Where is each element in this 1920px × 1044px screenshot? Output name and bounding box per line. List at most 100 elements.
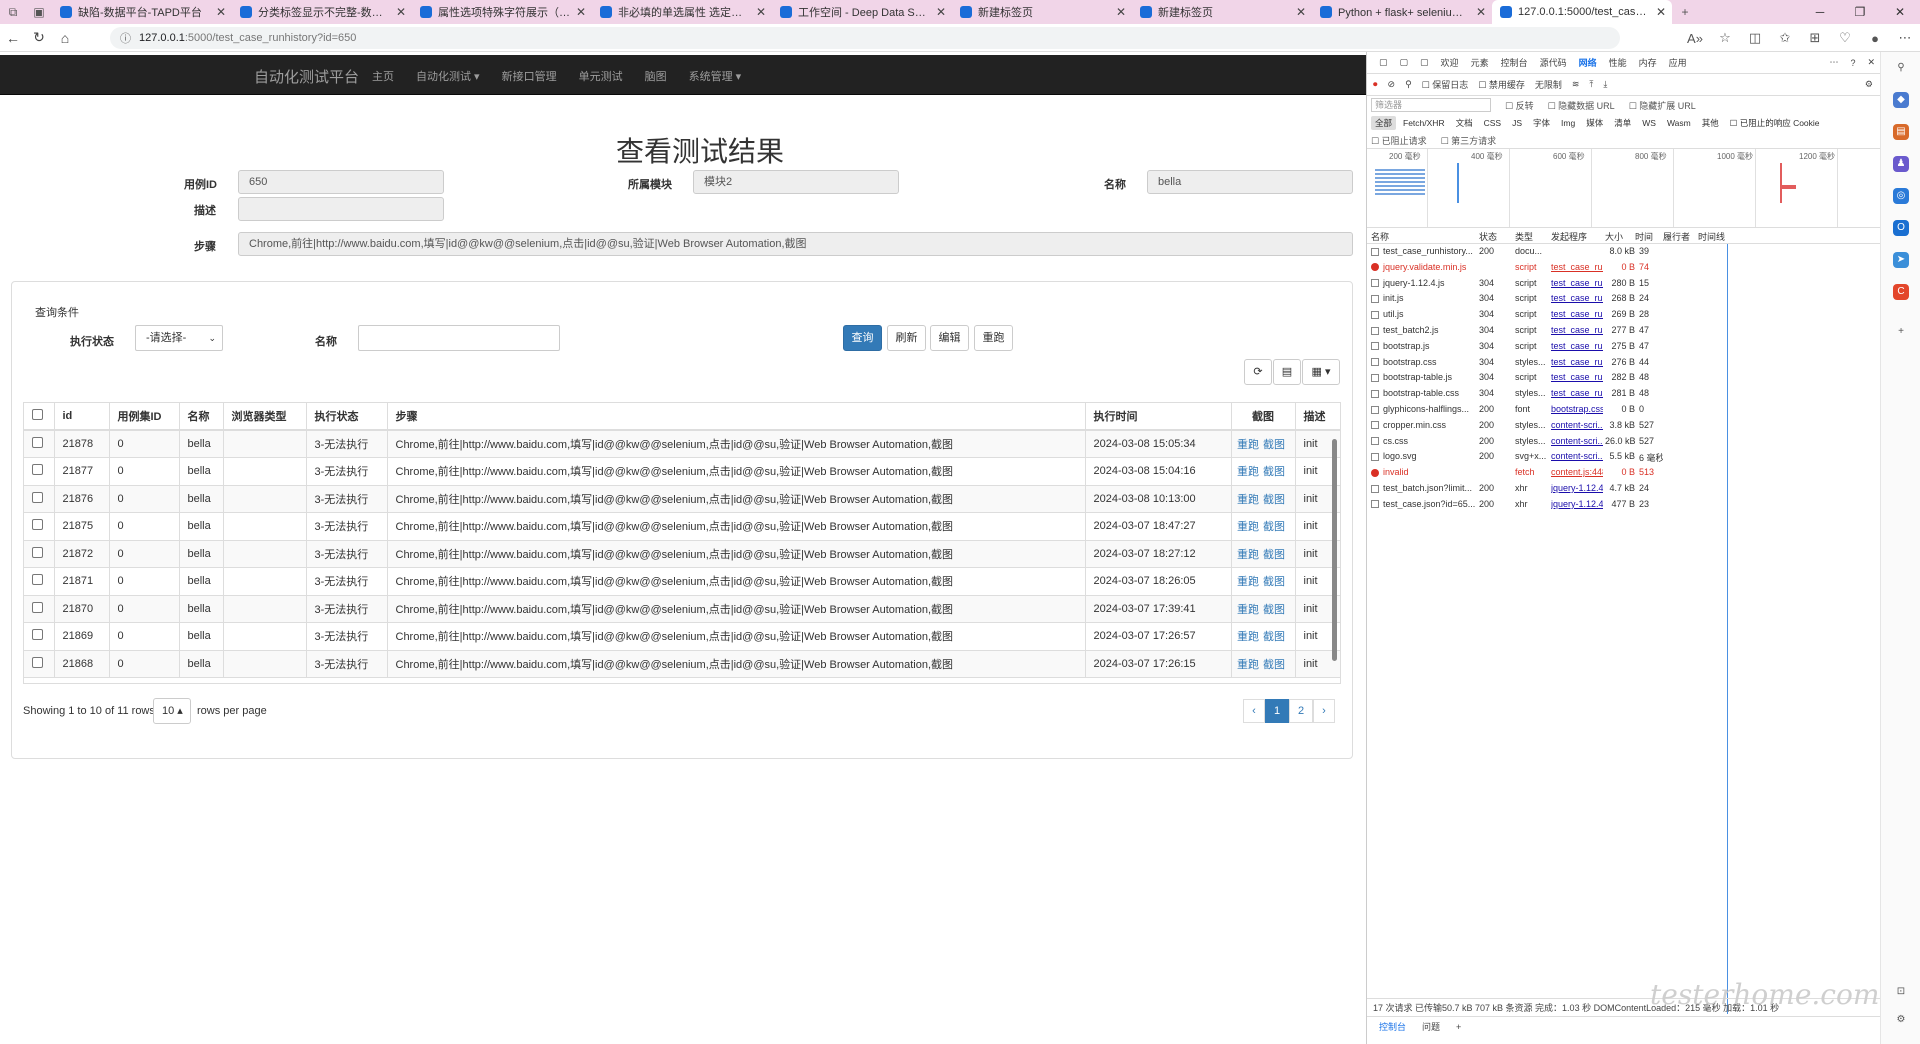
row-screenshot-link[interactable]: 截图 [1263, 494, 1285, 506]
microsoft365-icon[interactable]: ◎ [1893, 188, 1909, 204]
row-rerun-link[interactable]: 重跑 [1237, 631, 1259, 643]
row-rerun-link[interactable]: 重跑 [1237, 521, 1259, 533]
add-sidebar-icon[interactable]: + [1893, 324, 1909, 340]
devtools-tab[interactable]: 控制台 [1495, 56, 1534, 69]
request-initiator[interactable]: test_case_ru... [1551, 325, 1603, 335]
type-filter-button[interactable]: 清单 [1610, 116, 1635, 130]
request-row[interactable]: test_batch.json?limit... 200 xhr jquery-1.1… [1367, 481, 1881, 497]
col-size[interactable]: 大小 [1605, 230, 1623, 243]
request-row[interactable]: test_case_runhistory... 200 docu... 8.0 kB 3… [1367, 244, 1881, 260]
request-row[interactable]: invalid fetch content.js:448 0 B 513 [1367, 465, 1881, 481]
preserve-log-checkbox[interactable]: ☐ 保留日志 [1422, 78, 1469, 91]
tab-close-icon[interactable]: ✕ [756, 5, 766, 19]
col-header-status[interactable]: 执行状态 [306, 403, 388, 431]
nav-link-system[interactable]: 系统管理 ▾ [689, 68, 742, 84]
games-icon[interactable]: ♟ [1893, 156, 1909, 172]
request-initiator[interactable]: bootstrap.css [1551, 404, 1603, 414]
browser-tab[interactable]: 127.0.0.1:5000/test_case_runhist ✕ [1492, 0, 1672, 24]
col-header-desc[interactable]: 描述 [1295, 403, 1340, 431]
request-row[interactable]: test_case.json?id=65... 200 xhr jquery-1.12… [1367, 497, 1881, 513]
download-icon[interactable]: ⤓ [1603, 79, 1607, 90]
request-initiator[interactable]: test_case_ru... [1551, 357, 1603, 367]
table-row[interactable]: 21871 0 bella 3-无法执行 Chrome,前往|http://www.ba… [24, 567, 1340, 596]
request-initiator[interactable]: test_case_ru... [1551, 293, 1603, 303]
row-rerun-link[interactable]: 重跑 [1237, 576, 1259, 588]
hide-data-url-checkbox[interactable]: ☐ 隐藏数据 URL [1548, 99, 1615, 112]
blocked-requests-checkbox[interactable]: ☐ 已阻止请求 [1371, 134, 1427, 147]
request-row[interactable]: bootstrap-table.css 304 styles... test_case… [1367, 386, 1881, 402]
row-rerun-link[interactable]: 重跑 [1237, 659, 1259, 671]
c-extension-icon[interactable]: C [1893, 284, 1909, 300]
blocked-cookie-checkbox[interactable]: ☐ 已阻止的响应 Cookie [1726, 116, 1824, 130]
request-initiator[interactable]: content.js:448 [1551, 467, 1603, 477]
third-party-checkbox[interactable]: ☐ 第三方请求 [1441, 134, 1497, 147]
hide-ext-url-checkbox[interactable]: ☐ 隐藏扩展 URL [1629, 99, 1696, 112]
nav-link-api[interactable]: 新接口管理 [502, 68, 557, 84]
row-checkbox[interactable] [32, 629, 43, 641]
rerun-button[interactable]: 重跑 [974, 325, 1013, 351]
devtools-close-icon[interactable]: ✕ [1861, 57, 1881, 68]
row-rerun-link[interactable]: 重跑 [1237, 466, 1259, 478]
devtools-tab[interactable]: 欢迎 [1435, 56, 1465, 69]
wifi-icon[interactable]: ≋ [1572, 79, 1580, 90]
type-filter-button[interactable]: CSS [1480, 117, 1505, 129]
tab-actions-icon[interactable]: ▣ [26, 0, 52, 24]
request-initiator[interactable]: test_case_ru... [1551, 262, 1603, 272]
col-header-id[interactable]: id [54, 403, 110, 431]
col-type[interactable]: 类型 [1515, 230, 1533, 243]
row-checkbox[interactable] [32, 491, 43, 503]
reload-button[interactable]: ↻ [26, 29, 52, 46]
type-filter-button[interactable]: Img [1557, 117, 1579, 129]
nav-link-home[interactable]: 主页 [372, 68, 394, 84]
favorites-icon[interactable]: ✩ [1770, 30, 1800, 46]
type-filter-button[interactable]: WS [1638, 117, 1660, 129]
steps-field[interactable]: Chrome,前往|http://www.baidu.com,填写|id@@kw… [238, 232, 1353, 256]
request-initiator[interactable]: jquery-1.12.4... [1551, 483, 1603, 493]
row-rerun-link[interactable]: 重跑 [1237, 494, 1259, 506]
request-row[interactable]: test_batch2.js 304 script test_case_ru... 27… [1367, 323, 1881, 339]
name-field[interactable]: bella [1147, 170, 1353, 194]
request-initiator[interactable]: test_case_ru... [1551, 372, 1603, 382]
row-checkbox[interactable] [32, 437, 43, 448]
select-all-checkbox[interactable] [32, 409, 43, 420]
col-header-suite[interactable]: 用例集ID [109, 403, 180, 431]
browser-tab[interactable]: 属性选项特殊字符展示（空格、 ✕ [412, 0, 592, 24]
nav-link-autotest[interactable]: 自动化测试 ▾ [416, 68, 480, 84]
row-screenshot-link[interactable]: 截图 [1263, 604, 1285, 616]
page-1-button[interactable]: 1 [1265, 699, 1289, 723]
search-icon[interactable]: ⚲ [1893, 60, 1909, 76]
table-row[interactable]: 21872 0 bella 3-无法执行 Chrome,前往|http://www.ba… [24, 540, 1340, 568]
device-icon[interactable]: ▢ [1373, 57, 1394, 68]
browser-tab[interactable]: Python + flask+ selenium 自动化 ✕ [1312, 0, 1492, 24]
filter-icon[interactable]: ⚲ [1405, 79, 1412, 90]
row-checkbox[interactable] [32, 546, 43, 558]
nav-link-mindmap[interactable]: 脑图 [645, 68, 667, 84]
favorite-star-icon[interactable]: ☆ [1710, 30, 1740, 46]
type-filter-button[interactable]: 字体 [1529, 116, 1554, 130]
tab-close-icon[interactable]: ✕ [1656, 5, 1666, 19]
col-header-screenshot[interactable]: 截图 [1231, 403, 1296, 431]
col-initiator[interactable]: 发起程序 [1551, 230, 1587, 243]
request-row[interactable]: jquery-1.12.4.js 304 script test_case_ru...… [1367, 276, 1881, 292]
col-fulfilled[interactable]: 履行者 [1663, 230, 1690, 243]
name-filter-input[interactable] [358, 325, 560, 351]
col-time[interactable]: 时间 [1635, 230, 1653, 243]
case-id-field[interactable]: 650 [238, 170, 444, 194]
tab-close-icon[interactable]: ✕ [576, 5, 586, 19]
request-row[interactable]: bootstrap.js 304 script test_case_ru... 275 … [1367, 339, 1881, 355]
browser-tab[interactable]: 新建标签页 ✕ [1132, 0, 1312, 24]
tab-close-icon[interactable]: ✕ [396, 5, 406, 19]
row-screenshot-link[interactable]: 截图 [1263, 631, 1285, 643]
row-checkbox[interactable] [32, 519, 43, 531]
more-menu-icon[interactable]: ⋯ [1890, 30, 1920, 46]
row-rerun-link[interactable]: 重跑 [1237, 549, 1259, 561]
row-checkbox[interactable] [32, 601, 43, 613]
request-row[interactable]: cropper.min.css 200 styles... content-scri.… [1367, 418, 1881, 434]
table-row[interactable]: 21868 0 bella 3-无法执行 Chrome,前往|http://www.ba… [24, 650, 1340, 678]
col-header-name[interactable]: 名称 [179, 403, 224, 431]
filter-input[interactable]: 筛选器 [1371, 98, 1491, 112]
upload-icon[interactable]: ⤒ [1589, 79, 1593, 90]
request-row[interactable]: jquery.validate.min.js script test_case_ru… [1367, 260, 1881, 276]
browser-tab[interactable]: 缺陷-数据平台-TAPD平台 ✕ [52, 0, 232, 24]
extensions-icon[interactable]: ♡ [1830, 30, 1860, 46]
